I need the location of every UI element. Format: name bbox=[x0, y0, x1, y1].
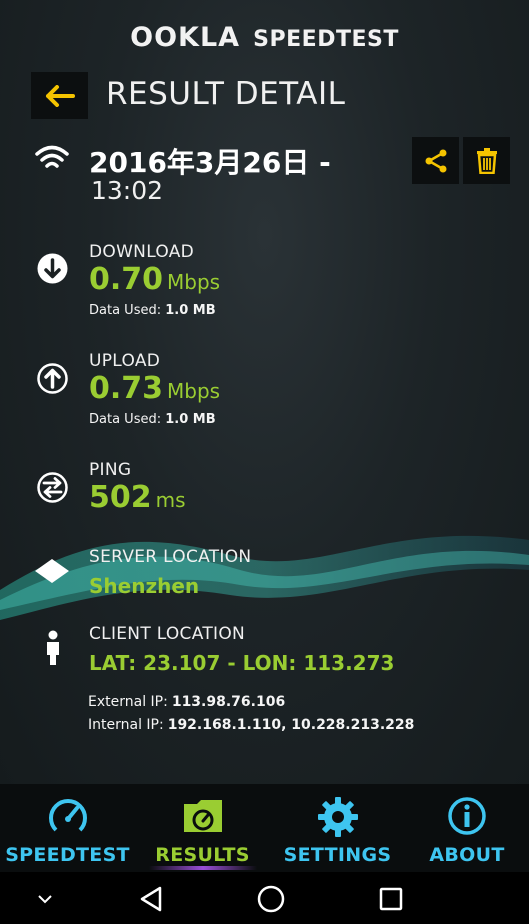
upload-unit: Mbps bbox=[167, 379, 221, 403]
ping-label: PING bbox=[89, 460, 132, 480]
result-time: 13:02 bbox=[91, 176, 164, 205]
nav-back-button[interactable] bbox=[134, 882, 168, 916]
result-date: 2016年3月26日 - bbox=[89, 146, 331, 179]
nav-collapse-button[interactable] bbox=[28, 882, 62, 916]
ping-exchange-icon bbox=[37, 472, 68, 503]
ping-value: 502 ms bbox=[89, 480, 186, 515]
client-location-value: LAT: 23.107 - LON: 113.273 bbox=[89, 651, 395, 675]
upload-arrow-icon bbox=[37, 363, 68, 394]
data-used-label: Data Used: bbox=[89, 412, 162, 427]
active-tab-indicator bbox=[148, 866, 257, 870]
tab-speedtest-label: SPEEDTEST bbox=[5, 844, 130, 866]
upload-label: UPLOAD bbox=[89, 351, 161, 371]
wave-background-graphic bbox=[0, 535, 529, 620]
tab-speedtest[interactable]: SPEEDTEST bbox=[0, 784, 135, 872]
tab-about-label: ABOUT bbox=[429, 844, 505, 866]
client-location-label: CLIENT LOCATION bbox=[89, 624, 246, 644]
triangle-back-icon bbox=[140, 886, 162, 912]
upload-data-used: Data Used: 1.0 MB bbox=[89, 412, 216, 427]
download-label: DOWNLOAD bbox=[89, 242, 195, 262]
upload-value: 0.73 Mbps bbox=[89, 371, 220, 406]
server-location-label: SERVER LOCATION bbox=[89, 547, 252, 567]
download-speed: 0.70 bbox=[89, 262, 164, 297]
tab-results-label: RESULTS bbox=[155, 844, 250, 866]
bottom-tab-bar: SPEEDTEST RESULTS SETTINGS ABOUT bbox=[0, 784, 529, 872]
delete-button[interactable] bbox=[463, 137, 510, 184]
data-used-label: Data Used: bbox=[89, 303, 162, 318]
speedometer-icon bbox=[48, 799, 87, 836]
download-value: 0.70 Mbps bbox=[89, 262, 220, 297]
download-unit: Mbps bbox=[167, 270, 221, 294]
nav-home-button[interactable] bbox=[254, 882, 288, 916]
logo-speedtest-text: SPEEDTEST bbox=[253, 27, 399, 52]
system-navigation-bar bbox=[0, 872, 529, 924]
data-used-value: 1.0 MB bbox=[165, 412, 216, 427]
server-location-value: Shenzhen bbox=[89, 574, 200, 598]
internal-ip-label: Internal IP: bbox=[88, 717, 164, 733]
server-location-icon bbox=[35, 559, 69, 583]
tab-results[interactable]: RESULTS bbox=[135, 784, 270, 872]
share-button[interactable] bbox=[412, 137, 459, 184]
result-detail-screen: OOKLA SPEEDTEST RESULT DETAIL 2016年3月26日… bbox=[0, 0, 529, 784]
internal-ip-value: 192.168.1.110, 10.228.213.228 bbox=[167, 717, 415, 733]
gear-icon bbox=[317, 797, 358, 837]
back-button[interactable] bbox=[31, 72, 88, 119]
square-recents-icon bbox=[379, 887, 403, 911]
folder-gauge-icon bbox=[183, 800, 222, 832]
trash-icon bbox=[476, 147, 497, 174]
download-arrow-icon bbox=[37, 253, 68, 284]
upload-speed: 0.73 bbox=[89, 371, 164, 406]
ookla-speedtest-logo: OOKLA SPEEDTEST bbox=[0, 22, 529, 53]
chevron-down-icon bbox=[38, 895, 52, 904]
page-title: RESULT DETAIL bbox=[106, 76, 346, 112]
tab-about[interactable]: ABOUT bbox=[405, 784, 529, 872]
data-used-value: 1.0 MB bbox=[165, 303, 216, 318]
external-ip: External IP: 113.98.76.106 bbox=[88, 694, 285, 710]
logo-ookla-text: OOKLA bbox=[130, 22, 241, 53]
ping-unit: ms bbox=[155, 488, 186, 512]
external-ip-label: External IP: bbox=[88, 694, 168, 710]
internal-ip: Internal IP: 192.168.1.110, 10.228.213.22… bbox=[88, 717, 414, 733]
nav-recents-button[interactable] bbox=[374, 882, 408, 916]
arrow-left-icon bbox=[45, 84, 75, 107]
external-ip-value: 113.98.76.106 bbox=[171, 694, 286, 710]
share-icon bbox=[425, 149, 446, 172]
ping-ms: 502 bbox=[89, 480, 152, 515]
person-icon bbox=[47, 630, 59, 665]
tab-settings-label: SETTINGS bbox=[283, 844, 392, 866]
info-icon bbox=[448, 797, 486, 835]
circle-home-icon bbox=[257, 885, 285, 913]
wifi-icon bbox=[35, 145, 69, 168]
download-data-used: Data Used: 1.0 MB bbox=[89, 303, 216, 318]
tab-settings[interactable]: SETTINGS bbox=[270, 784, 405, 872]
